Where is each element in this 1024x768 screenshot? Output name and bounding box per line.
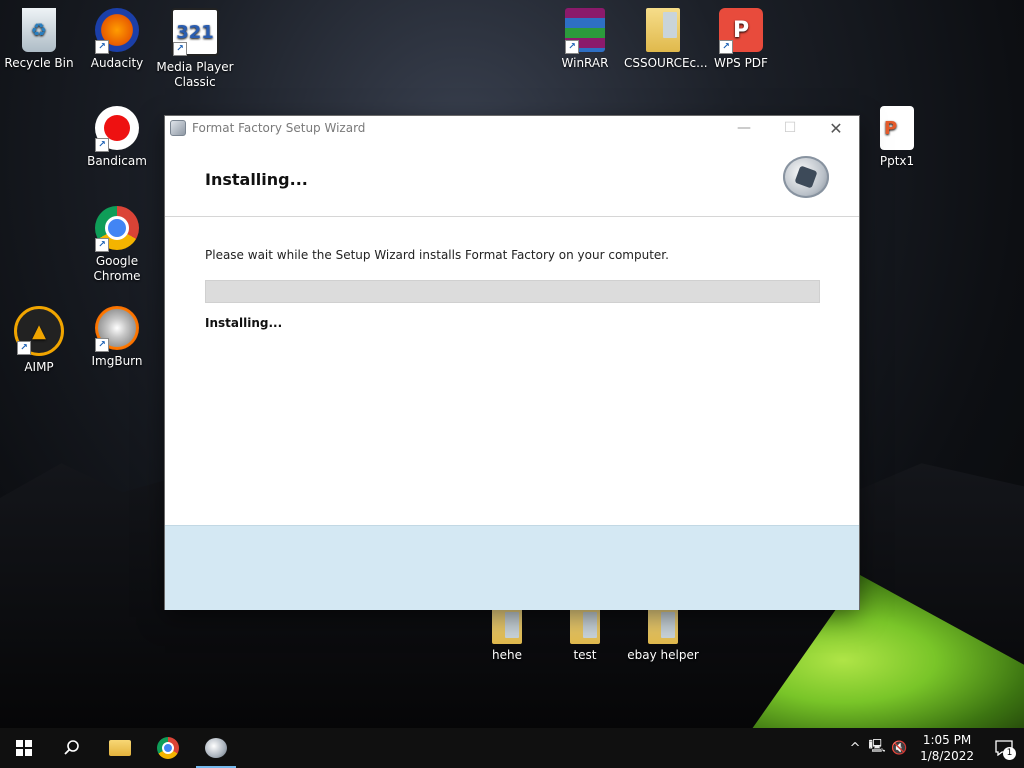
desktop-icon-audacity[interactable]: ↗ Audacity	[78, 8, 156, 71]
maximize-button[interactable]: ☐	[767, 116, 813, 140]
audacity-icon: ↗	[95, 8, 139, 54]
desktop-icon-label: ebay helper	[627, 648, 699, 662]
format-factory-logo-icon	[783, 156, 829, 198]
window-title: Format Factory Setup Wizard	[192, 121, 366, 135]
notification-count-badge: 1	[1003, 747, 1016, 760]
desktop-icon-label: WPS PDF	[714, 56, 768, 70]
wizard-header-title: Installing...	[205, 170, 308, 189]
install-status-text: Installing...	[205, 316, 283, 330]
desktop-icon-label: Recycle Bin	[4, 56, 74, 70]
desktop-icon-label: WinRAR	[561, 56, 609, 70]
bandicam-icon: ↗	[95, 106, 139, 152]
aimp-icon: ▲ ↗	[14, 306, 64, 356]
desktop-icon-test-folder[interactable]: test	[546, 608, 624, 663]
shortcut-arrow-icon: ↗	[719, 40, 733, 54]
volume-muted-icon[interactable]: 🔇	[888, 741, 910, 756]
desktop-icon-google-chrome[interactable]: ↗ Google Chrome	[78, 206, 156, 284]
start-button[interactable]	[0, 728, 48, 768]
winrar-icon: ↗	[565, 8, 605, 54]
shortcut-arrow-icon: ↗	[95, 138, 109, 152]
folder-icon	[492, 608, 522, 644]
format-factory-icon	[205, 738, 227, 758]
system-tray: ^ 🖳 🔇 1:05 PM 1/8/2022 1	[844, 728, 1024, 768]
clock-date: 1/8/2022	[920, 749, 974, 763]
clock-time: 1:05 PM	[922, 733, 972, 747]
file-explorer-icon	[109, 740, 131, 756]
desktop-icon-label: CSSOURCEc...	[624, 56, 708, 70]
desktop-icon-label: Google Chrome	[93, 254, 141, 283]
pptx-file-icon: P	[880, 106, 914, 150]
desktop-icon-aimp[interactable]: ▲ ↗ AIMP	[0, 306, 78, 375]
minimize-button[interactable]: —	[721, 116, 767, 140]
wizard-description: Please wait while the Setup Wizard insta…	[205, 248, 669, 262]
clock[interactable]: 1:05 PM 1/8/2022	[920, 732, 974, 764]
folder-icon	[646, 8, 680, 52]
desktop-icon-label: Audacity	[90, 56, 144, 70]
chevron-up-icon[interactable]: ^	[844, 741, 866, 756]
desktop-icon-label: Bandicam	[87, 154, 147, 168]
install-progress-bar	[205, 280, 820, 303]
media-player-classic-icon: 321 ↗	[171, 8, 219, 56]
desktop-icon-label: ImgBurn	[91, 354, 143, 368]
recycle-bin-icon: ♻	[22, 8, 56, 52]
media-player-classic-icon-text: 321	[176, 21, 214, 43]
setup-wizard-window: Format Factory Setup Wizard — ☐ ✕ Instal…	[165, 116, 859, 610]
network-icon[interactable]: 🖳	[866, 737, 888, 759]
taskbar-chrome[interactable]	[144, 728, 192, 768]
wizard-header: Installing...	[165, 140, 859, 217]
wizard-footer	[165, 525, 859, 610]
desktop-icon-label: Pptx1	[879, 154, 915, 168]
desktop-icon-label: Media Player Classic	[156, 60, 234, 89]
desktop-icon-cssource-folder[interactable]: CSSOURCEc...	[624, 8, 708, 71]
close-button[interactable]: ✕	[813, 116, 859, 140]
chrome-icon	[157, 737, 179, 759]
windows-logo-icon	[16, 740, 32, 756]
desktop-icon-ebay-helper-folder[interactable]: ebay helper	[624, 608, 702, 663]
desktop-icon-recycle-bin[interactable]: ♻ Recycle Bin	[0, 8, 78, 71]
taskbar-file-explorer[interactable]	[96, 728, 144, 768]
window-titlebar[interactable]: Format Factory Setup Wizard — ☐ ✕	[165, 116, 859, 140]
wps-pdf-icon: P ↗	[719, 8, 763, 54]
desktop-icon-pptx1[interactable]: P Pptx1	[858, 106, 936, 169]
shortcut-arrow-icon: ↗	[95, 338, 109, 352]
format-factory-app-icon	[170, 120, 186, 136]
folder-icon	[570, 608, 600, 644]
desktop-icon-label: test	[573, 648, 597, 662]
imgburn-icon: ↗	[95, 306, 139, 352]
desktop-icon-winrar[interactable]: ↗ WinRAR	[546, 8, 624, 71]
taskbar: ^ 🖳 🔇 1:05 PM 1/8/2022 1	[0, 728, 1024, 768]
search-button[interactable]	[48, 728, 96, 768]
shortcut-arrow-icon: ↗	[565, 40, 579, 54]
folder-icon	[648, 608, 678, 644]
notification-center-button[interactable]: 1	[984, 728, 1024, 768]
desktop-icon-imgburn[interactable]: ↗ ImgBurn	[78, 306, 156, 369]
shortcut-arrow-icon: ↗	[17, 341, 31, 355]
shortcut-arrow-icon: ↗	[173, 42, 187, 56]
desktop-icon-media-player-classic[interactable]: 321 ↗ Media Player Classic	[156, 8, 234, 90]
shortcut-arrow-icon: ↗	[95, 40, 109, 54]
desktop-icon-label: AIMP	[24, 360, 54, 374]
search-icon	[64, 740, 79, 755]
desktop-icon-label: hehe	[492, 648, 522, 662]
desktop-icon-hehe-folder[interactable]: hehe	[468, 608, 546, 663]
taskbar-format-factory[interactable]	[192, 728, 240, 768]
chrome-icon: ↗	[95, 206, 139, 252]
desktop-icon-wps-pdf[interactable]: P ↗ WPS PDF	[702, 8, 780, 71]
desktop-icon-bandicam[interactable]: ↗ Bandicam	[78, 106, 156, 169]
shortcut-arrow-icon: ↗	[95, 238, 109, 252]
